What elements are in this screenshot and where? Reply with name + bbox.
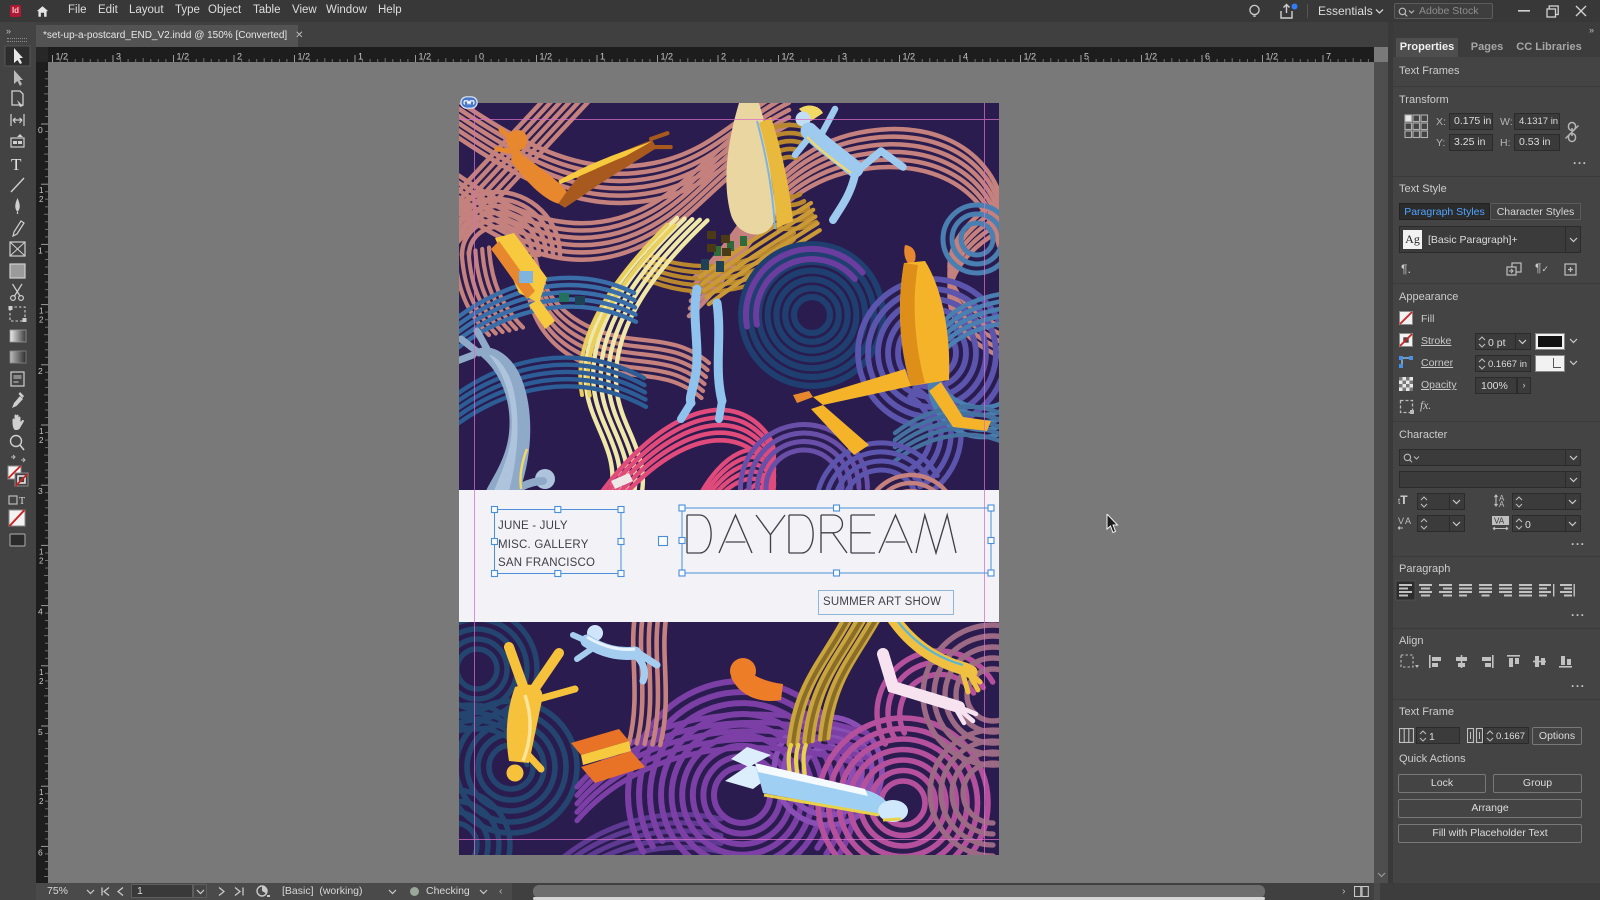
svg-text:V: V <box>1398 516 1404 526</box>
svg-text:2: 2 <box>38 366 43 376</box>
svg-text:VA: VA <box>1494 517 1505 526</box>
svg-text:1/2: 1/2 <box>782 52 795 62</box>
svg-text:1: 1 <box>39 668 44 677</box>
svg-text:T: T <box>19 496 25 507</box>
svg-text:2: 2 <box>39 556 44 565</box>
svg-text:1: 1 <box>39 788 44 797</box>
svg-text:1/2: 1/2 <box>1266 52 1279 62</box>
svg-text:2: 2 <box>39 797 44 806</box>
svg-text:1/2: 1/2 <box>661 52 674 62</box>
svg-text:1/2: 1/2 <box>56 52 69 62</box>
svg-text:2: 2 <box>39 677 44 686</box>
svg-text:1/2: 1/2 <box>419 52 432 62</box>
svg-text:1/2: 1/2 <box>177 52 190 62</box>
svg-text:T: T <box>11 155 22 174</box>
svg-text:2: 2 <box>39 195 44 204</box>
svg-text:2: 2 <box>39 436 44 445</box>
svg-text:0: 0 <box>38 125 43 135</box>
svg-text:5: 5 <box>38 727 43 737</box>
svg-text:1/2: 1/2 <box>540 52 553 62</box>
svg-text:A: A <box>1499 500 1505 508</box>
svg-text:6: 6 <box>38 847 43 857</box>
svg-text:1: 1 <box>39 307 44 316</box>
svg-text:1: 1 <box>39 547 44 556</box>
svg-text:1/2: 1/2 <box>298 52 311 62</box>
svg-text:1/2: 1/2 <box>1024 52 1037 62</box>
svg-text:1/2: 1/2 <box>903 52 916 62</box>
svg-text:1/2: 1/2 <box>1145 52 1158 62</box>
svg-text:3: 3 <box>38 486 43 496</box>
svg-text:A: A <box>1405 516 1411 526</box>
svg-text:1: 1 <box>39 427 44 436</box>
svg-text:2: 2 <box>39 316 44 325</box>
svg-text:1: 1 <box>39 186 44 195</box>
svg-text:4: 4 <box>38 607 43 617</box>
svg-text:1: 1 <box>38 245 43 255</box>
